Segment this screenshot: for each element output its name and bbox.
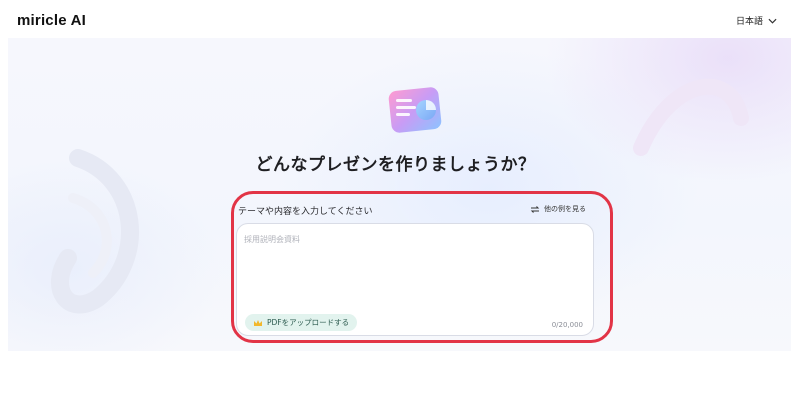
character-counter: 0/20,000 — [551, 321, 583, 329]
top-bar: miricle AI 日本語 — [0, 0, 791, 38]
prompt-textarea[interactable] — [244, 234, 584, 304]
refresh-icon — [530, 205, 540, 213]
chevron-down-icon — [768, 18, 777, 24]
crown-icon — [254, 319, 262, 326]
see-other-examples-link[interactable]: 他の例を見る — [530, 204, 586, 214]
prompt-input-container: PDFをアップロードする 0/20,000 — [236, 223, 594, 336]
logo[interactable]: miricle AI — [17, 12, 86, 29]
examples-label: 他の例を見る — [544, 205, 586, 213]
upload-pdf-button[interactable]: PDFをアップロードする — [245, 314, 358, 331]
language-label: 日本語 — [735, 17, 763, 27]
presentation-chart-icon — [388, 87, 442, 133]
prompt-label: テーマや内容を入力してください — [238, 207, 373, 217]
language-selector[interactable]: 日本語 — [736, 14, 777, 27]
upload-pdf-label: PDFをアップロードする — [267, 318, 350, 327]
page-title: どんなプレゼンを作りましょうか？ — [255, 155, 536, 175]
